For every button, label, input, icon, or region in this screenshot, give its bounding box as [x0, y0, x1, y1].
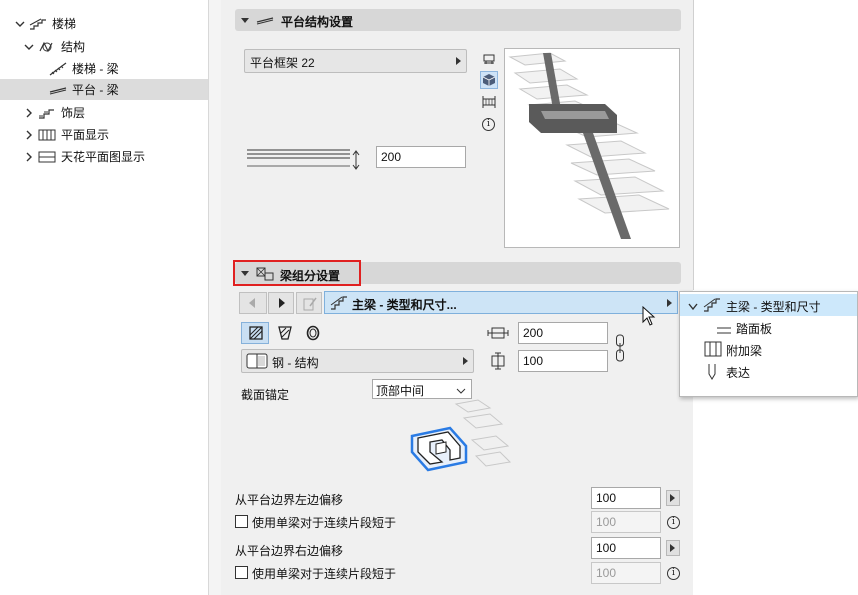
platform-section-header[interactable]: 平台结构设置: [235, 9, 681, 31]
popup-item-label: 表达: [726, 366, 751, 380]
tree-item-stair-beam[interactable]: 楼梯 - 梁: [0, 58, 208, 79]
rectangle-hatch-icon: [249, 326, 263, 343]
right-single-beam-input[interactable]: 100: [591, 562, 661, 584]
chevron-right-icon[interactable]: [23, 151, 35, 163]
right-offset-arrow-button[interactable]: [666, 540, 680, 556]
info-icon[interactable]: i: [482, 118, 495, 131]
popup-item-representation[interactable]: 表达: [680, 360, 857, 382]
popup-item-main-beam[interactable]: 主梁 - 类型和尺寸: [680, 294, 857, 316]
finish-icon: [38, 106, 56, 120]
tree-item-label: 楼梯 - 梁: [72, 62, 119, 76]
edit-icon: [302, 296, 318, 315]
floor-plan-icon: [38, 128, 56, 142]
chevron-right-icon[interactable]: [23, 107, 35, 119]
additional-beam-icon: [704, 341, 722, 360]
main-beam-icon: [330, 295, 348, 314]
tree-item-label: 平台 - 梁: [72, 83, 119, 97]
right-single-beam-checkbox[interactable]: [235, 566, 248, 579]
chevron-down-icon[interactable]: [23, 41, 35, 53]
tread-plate-icon: [716, 324, 732, 338]
anchor-label: 截面锚定: [241, 388, 290, 402]
navigation-tree: 楼梯 结构 楼梯 - 梁 平台 - 梁 饰层 平面显示 天花平面图显示: [0, 0, 209, 595]
popup-item-label: 附加梁: [726, 344, 763, 358]
combo-value: 主梁 - 类型和尺寸...: [352, 298, 457, 312]
combo-value: 平台框架 22: [250, 56, 315, 70]
popup-item-additional-beam[interactable]: 附加梁: [680, 338, 857, 360]
chevron-down-icon[interactable]: [14, 18, 26, 30]
tree-item-label: 楼梯: [52, 17, 77, 31]
combo-value: 钢 - 结构: [272, 356, 319, 370]
stair-beam-icon: [49, 62, 67, 76]
structure-icon: [38, 40, 56, 54]
tree-item-ceiling-plan[interactable]: 天花平面图显示: [0, 146, 208, 167]
left-single-beam-input[interactable]: 100: [591, 511, 661, 533]
pen-icon: [706, 363, 718, 383]
stair-preview-image: [504, 48, 680, 248]
section-view-icon[interactable]: [481, 95, 497, 109]
combo-arrow-icon: [463, 357, 468, 365]
empty-area: [693, 0, 858, 290]
material-swatch-icon: [246, 353, 268, 372]
combo-arrow-icon: [667, 299, 672, 307]
info-icon[interactable]: i: [667, 516, 680, 529]
next-icon: [279, 298, 285, 308]
popup-item-label: 主梁 - 类型和尺寸: [726, 300, 821, 314]
platform-frame-combo[interactable]: 平台框架 22: [244, 49, 467, 73]
info-icon[interactable]: i: [667, 567, 680, 580]
left-offset-input[interactable]: 100: [591, 487, 661, 509]
section-title: 梁组分设置: [280, 269, 341, 283]
right-offset-input[interactable]: 100: [591, 537, 661, 559]
platform-beam-icon: [49, 83, 67, 97]
platform-thickness-input[interactable]: 200: [376, 146, 466, 168]
left-offset-label: 从平台边界左边偏移: [235, 493, 344, 507]
right-offset-label: 从平台边界右边偏移: [235, 544, 344, 558]
left-offset-arrow-button[interactable]: [666, 490, 680, 506]
beam-width-input[interactable]: 200: [518, 322, 608, 344]
height-dimension-icon: [487, 352, 509, 373]
section-title: 平台结构设置: [281, 15, 354, 29]
material-combo[interactable]: 钢 - 结构: [241, 349, 474, 373]
tree-item-label: 饰层: [61, 106, 86, 120]
popup-item-tread-plate[interactable]: 踏面板: [680, 316, 857, 338]
ceiling-plan-icon: [38, 150, 56, 164]
next-button[interactable]: [268, 292, 294, 314]
round-profile-icon[interactable]: [306, 325, 320, 344]
rectangular-profile-button[interactable]: [241, 322, 269, 344]
panel-divider: [209, 0, 221, 595]
left-single-beam-label: 使用单梁对于连续片段短于: [252, 516, 397, 530]
component-popup-menu: 主梁 - 类型和尺寸 踏面板 附加梁 表达: [679, 291, 858, 397]
chevron-down-icon: [688, 300, 698, 314]
chevron-right-icon[interactable]: [23, 129, 35, 141]
beam-component-combo[interactable]: 主梁 - 类型和尺寸...: [324, 291, 678, 314]
anchor-point-diagram[interactable]: [406, 396, 514, 491]
tree-item-label: 结构: [61, 40, 86, 54]
main-beam-icon: [703, 297, 721, 316]
width-dimension-icon: [487, 324, 509, 345]
3d-view-icon[interactable]: [480, 71, 498, 89]
right-single-beam-label: 使用单梁对于连续片段短于: [252, 567, 397, 581]
tree-item-label: 天花平面图显示: [61, 150, 146, 164]
tree-item-floor-plan[interactable]: 平面显示: [0, 124, 208, 145]
beam-height-input[interactable]: 100: [518, 350, 608, 372]
popup-item-label: 踏面板: [736, 322, 773, 336]
stair-icon: [29, 17, 47, 31]
combo-arrow-icon: [456, 57, 461, 65]
prev-button[interactable]: [239, 292, 267, 314]
beam-component-icon: [256, 267, 274, 284]
tree-item-label: 平面显示: [61, 128, 110, 142]
collapse-triangle-icon[interactable]: [241, 18, 249, 23]
platform-beam-icon: [256, 13, 274, 30]
edit-selection-button[interactable]: [296, 292, 322, 314]
tree-item-platform-beam[interactable]: 平台 - 梁: [0, 79, 208, 100]
tree-item-finish[interactable]: 饰层: [0, 102, 208, 123]
plan-view-icon[interactable]: [482, 52, 496, 66]
chain-link-icon[interactable]: [615, 334, 625, 365]
tree-item-stair[interactable]: 楼梯: [0, 13, 208, 34]
thickness-diagram-icon: [246, 146, 364, 172]
left-single-beam-checkbox[interactable]: [235, 515, 248, 528]
tapered-profile-icon[interactable]: [278, 325, 292, 344]
prev-icon: [249, 298, 255, 308]
tree-item-structure[interactable]: 结构: [0, 36, 208, 57]
mouse-cursor-icon: [642, 305, 656, 329]
